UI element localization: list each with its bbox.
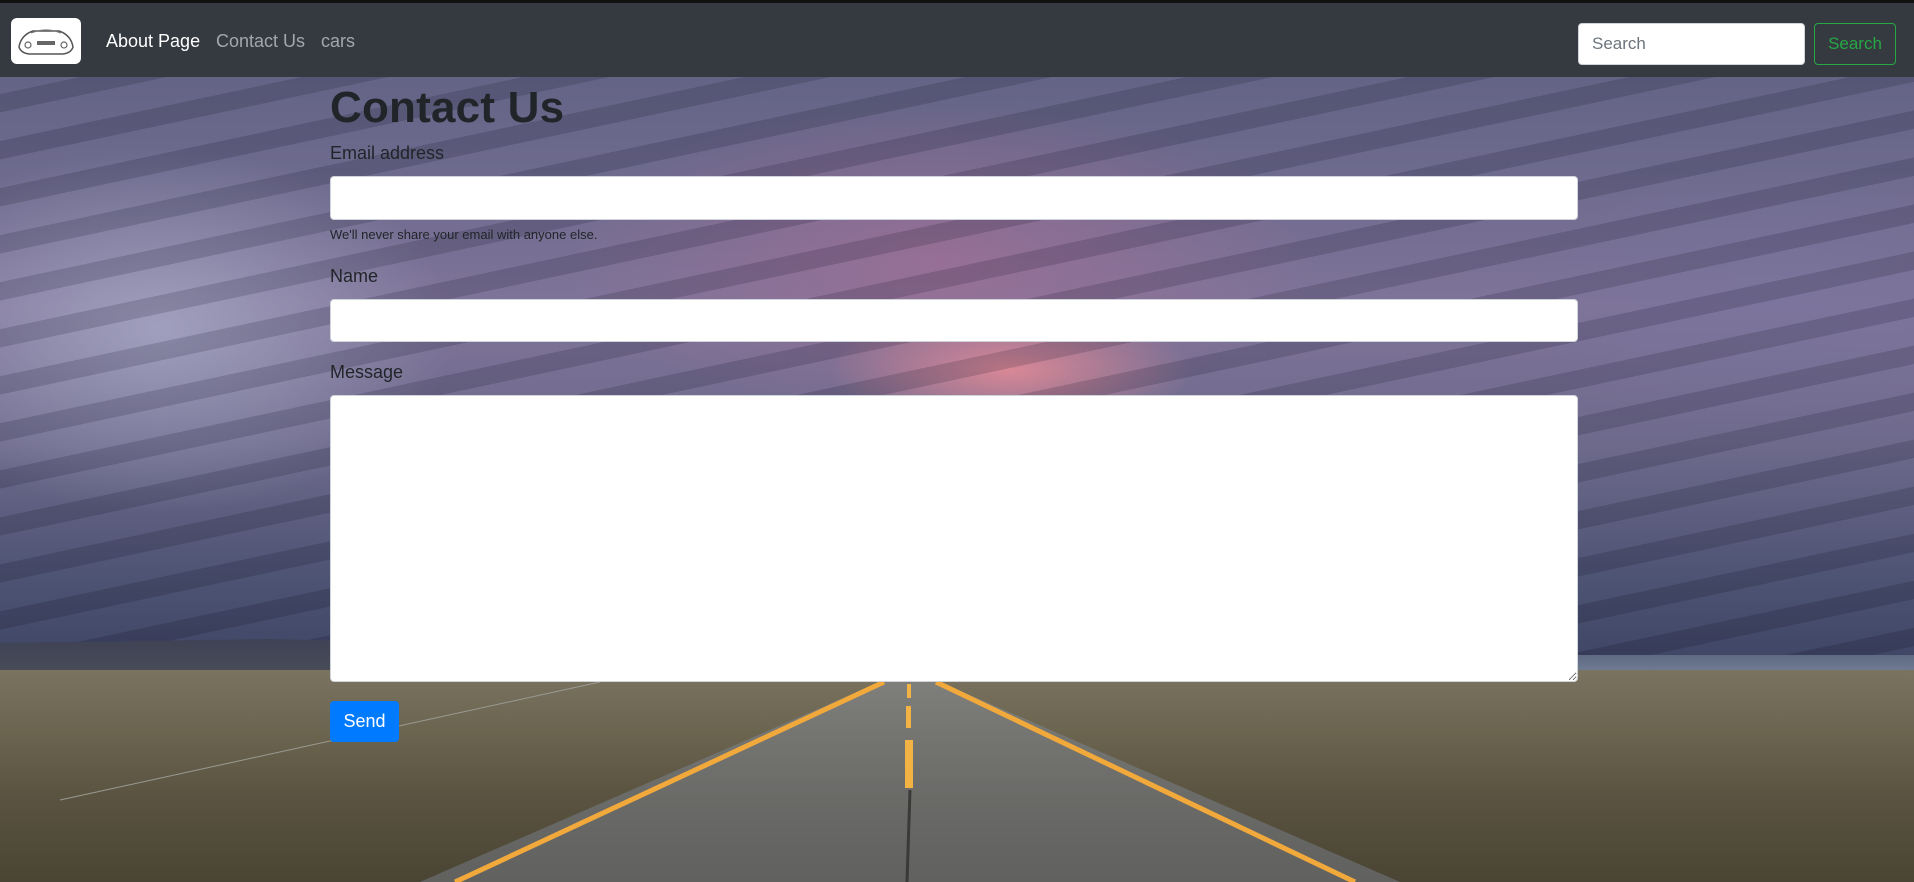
message-textarea[interactable] (330, 395, 1578, 682)
navbar: About Page Contact Us cars Search (0, 0, 1914, 77)
send-button[interactable]: Send (330, 701, 399, 742)
page-title: Contact Us (330, 83, 565, 132)
message-label: Message (330, 362, 404, 382)
nav-link-about-page[interactable]: About Page (106, 31, 200, 52)
email-help-text: We'll never share your email with anyone… (330, 227, 598, 242)
email-field[interactable] (330, 176, 1578, 220)
nav-link-contact-us[interactable]: Contact Us (216, 31, 305, 52)
name-label: Name (330, 266, 379, 286)
name-field[interactable] (330, 299, 1578, 342)
email-label: Email address (330, 143, 445, 163)
car-logo-icon (18, 29, 74, 55)
search-input[interactable] (1578, 23, 1805, 65)
search-button[interactable]: Search (1814, 23, 1896, 65)
brand-logo[interactable] (11, 18, 81, 64)
nav-link-cars[interactable]: cars (321, 31, 355, 52)
